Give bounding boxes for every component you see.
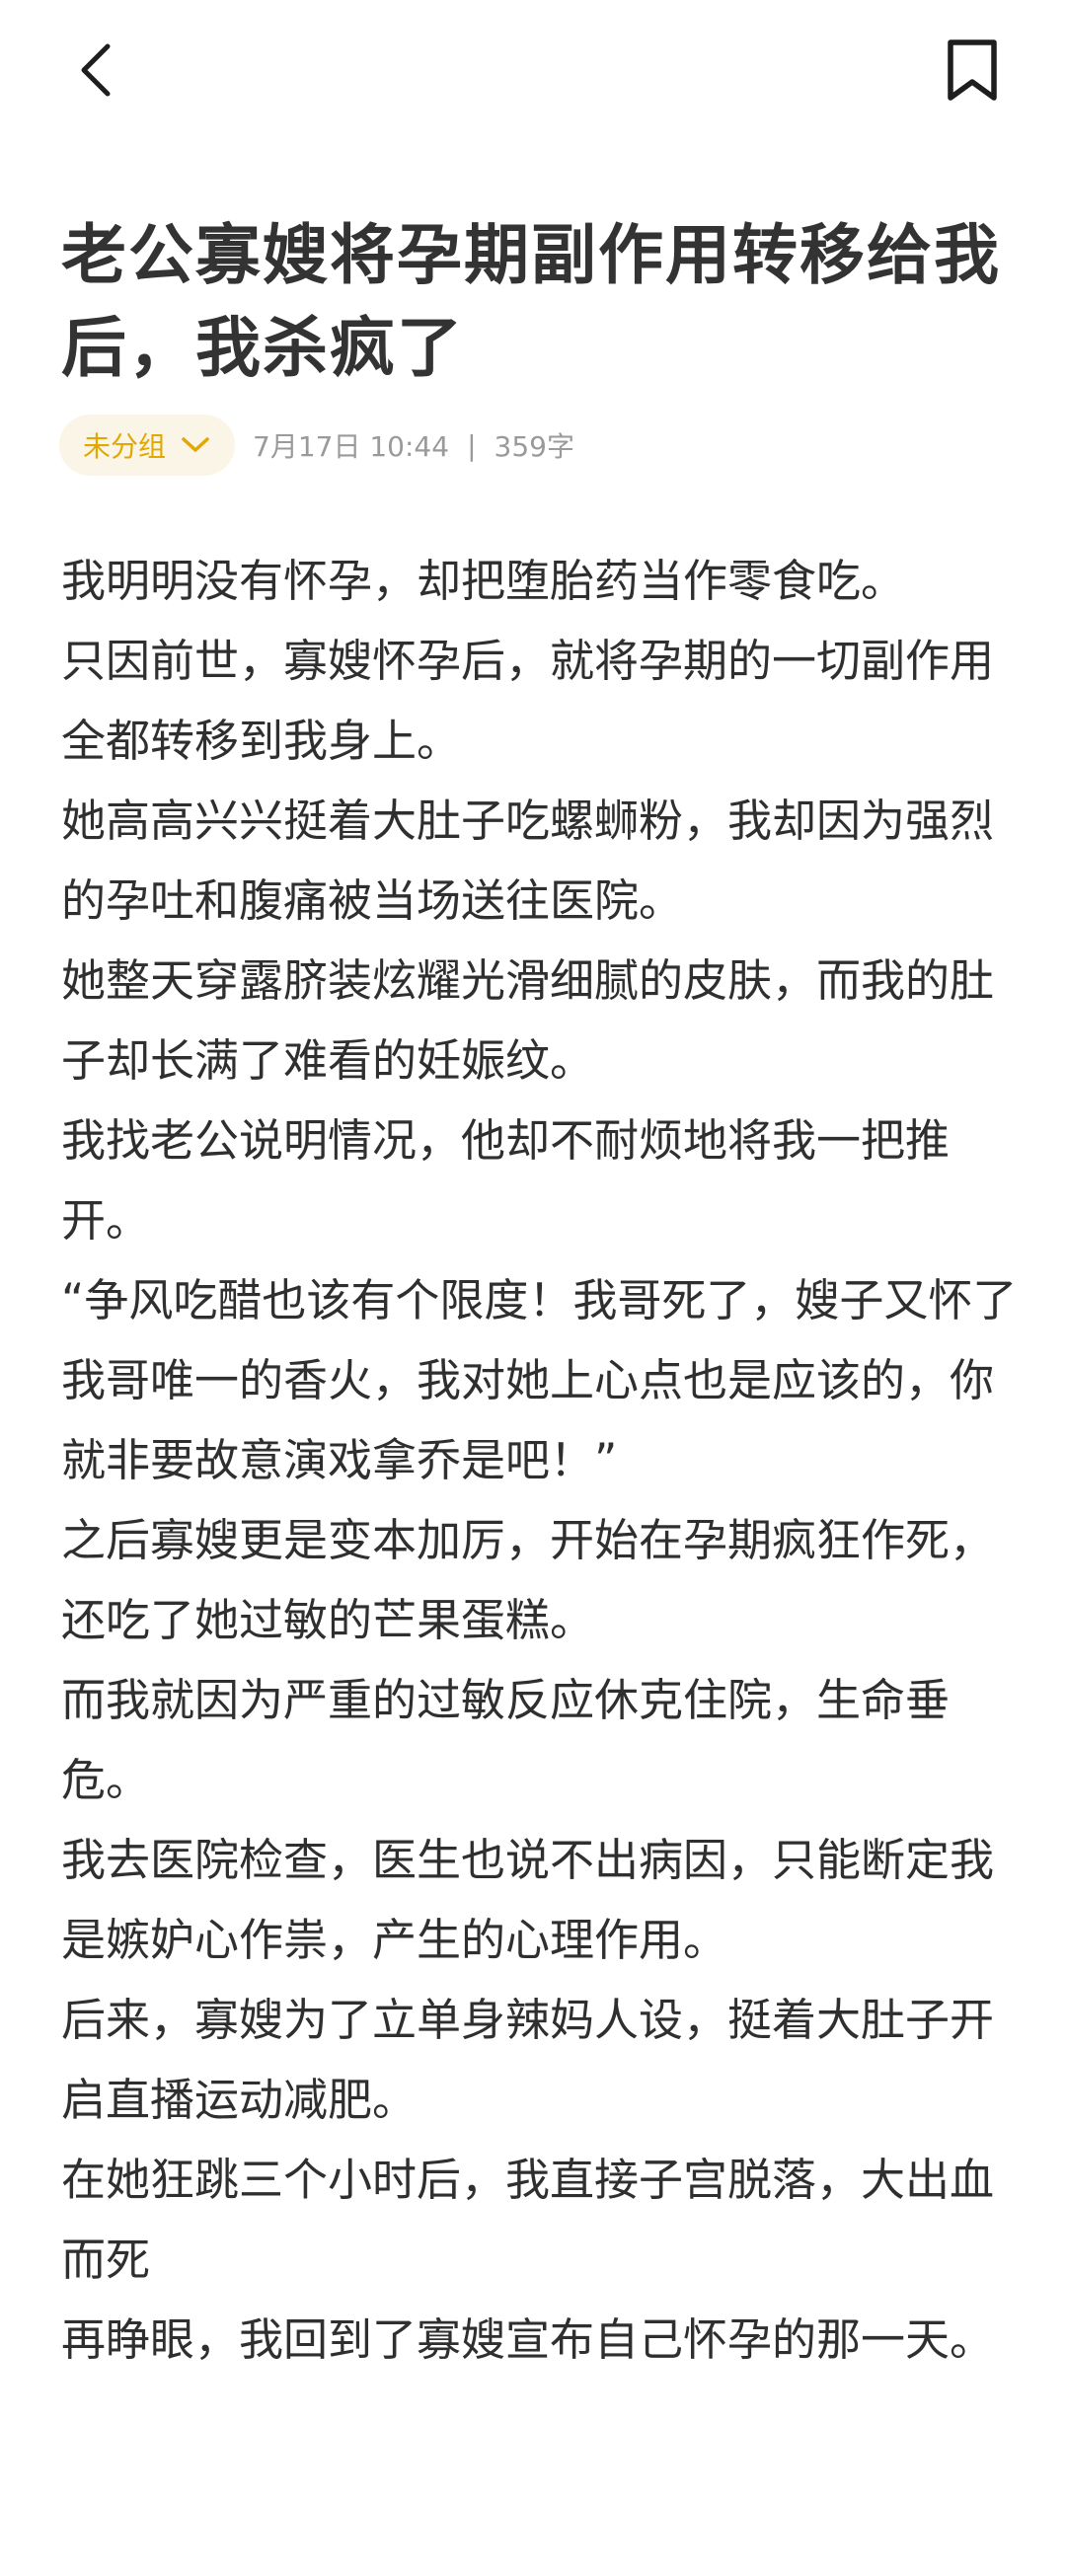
back-button[interactable] [61,36,130,105]
article-title: 老公寡嫂将孕期副作用转移给我后，我杀疯了 [61,217,1001,386]
paragraph: “争风吃醋也该有个限度！我哥死了，嫂子又怀了我哥唯一的香火，我对她上心点也是应该… [61,1274,1018,1486]
word-count: 359字 [494,430,574,463]
article-body: 我明明没有怀孕，却把堕胎药当作零食吃。 只因前世，寡嫂怀孕后，就将孕期的一切副作… [61,541,1019,2380]
paragraph: 而我就因为严重的过敏反应休克住院，生命垂危。 [61,1674,951,1806]
paragraph: 她高高兴兴挺着大肚子吃螺蛳粉，我却因为强烈的孕吐和腹痛被当场送往医院。 [61,795,995,927]
paragraph: 后来，寡嫂为了立单身辣妈人设，挺着大肚子开启直播运动减肥。 [61,1994,995,2126]
chevron-down-icon [180,435,211,455]
chevron-left-icon [81,43,111,97]
top-bar [0,0,1066,148]
paragraph: 再睁眼，我回到了寡嫂宣布自己怀孕的那一天。 [61,2313,995,2366]
paragraph: 我明明没有怀孕，却把堕胎药当作零食吃。 [61,555,906,607]
paragraph: 在她狂跳三个小时后，我直接子宫脱落，大出血而死 [61,2154,995,2286]
paragraph: 我找老公说明情况，他却不耐烦地将我一把推开。 [61,1114,951,1247]
paragraph: 之后寡嫂更是变本加厉，开始在孕期疯狂作死，还吃了她过敏的芒果蛋糕。 [61,1514,995,1646]
paragraph: 只因前世，寡嫂怀孕后，就将孕期的一切副作用全都转移到我身上。 [61,635,995,767]
bookmark-button[interactable] [938,34,1007,107]
group-selector[interactable]: 未分组 [59,415,236,476]
paragraph: 她整天穿露脐装炫耀光滑细腻的皮肤，而我的肚子却长满了难看的妊娠纹。 [61,954,995,1087]
article-meta: 未分组 7月17日 10:44 | 359字 [59,415,574,476]
paragraph: 我去医院检查，医生也说不出病因，只能断定我是嫉妒心作祟，产生的心理作用。 [61,1834,995,1966]
article-datetime: 7月17日 10:44 [253,430,450,463]
bookmark-icon [948,39,997,101]
group-label: 未分组 [83,430,167,463]
meta-separator: | [467,428,477,462]
